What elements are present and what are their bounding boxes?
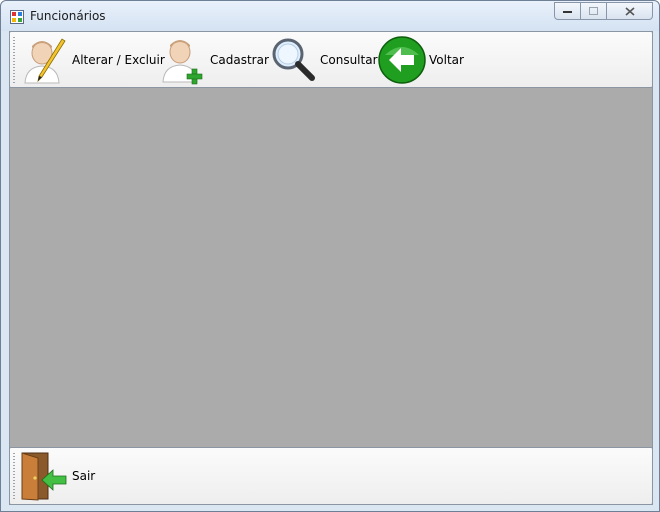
exit-button[interactable]: Sair [18,450,95,502]
title-bar[interactable]: Funcionários [1,1,659,31]
user-add-icon [162,40,203,85]
edit-delete-button[interactable]: Alterar / Excluir [20,34,165,86]
exit-label: Sair [72,469,96,483]
minimize-icon [562,11,572,13]
register-button[interactable]: Cadastrar [158,34,269,86]
main-toolbar: Alterar / Excluir Cadastrar Consultar Vo… [9,31,653,88]
app-icon [10,10,24,24]
bottom-toolbar-grip[interactable] [13,453,15,499]
back-arrow-icon [378,36,426,84]
close-icon [624,6,635,16]
toolbar-grip[interactable] [13,37,15,83]
content-area [9,31,653,505]
user-edit-icon [24,38,66,84]
window-title: Funcionários [30,9,106,23]
window: Funcionários Alterar / Excluir Cadastrar… [0,0,660,512]
maximize-icon [588,6,598,15]
edit-delete-label: Alterar / Excluir [72,53,165,67]
search-icon [272,38,315,81]
minimize-button[interactable] [554,2,581,20]
close-button[interactable] [607,2,653,20]
window-controls [554,2,653,20]
maximize-button[interactable] [581,2,607,20]
back-label: Voltar [429,53,464,67]
back-button[interactable]: Voltar [377,34,464,86]
register-label: Cadastrar [210,53,269,67]
exit-door-icon [21,452,67,501]
bottom-toolbar: Sair [9,447,653,505]
search-button[interactable]: Consultar [268,34,378,86]
search-label: Consultar [320,53,378,67]
